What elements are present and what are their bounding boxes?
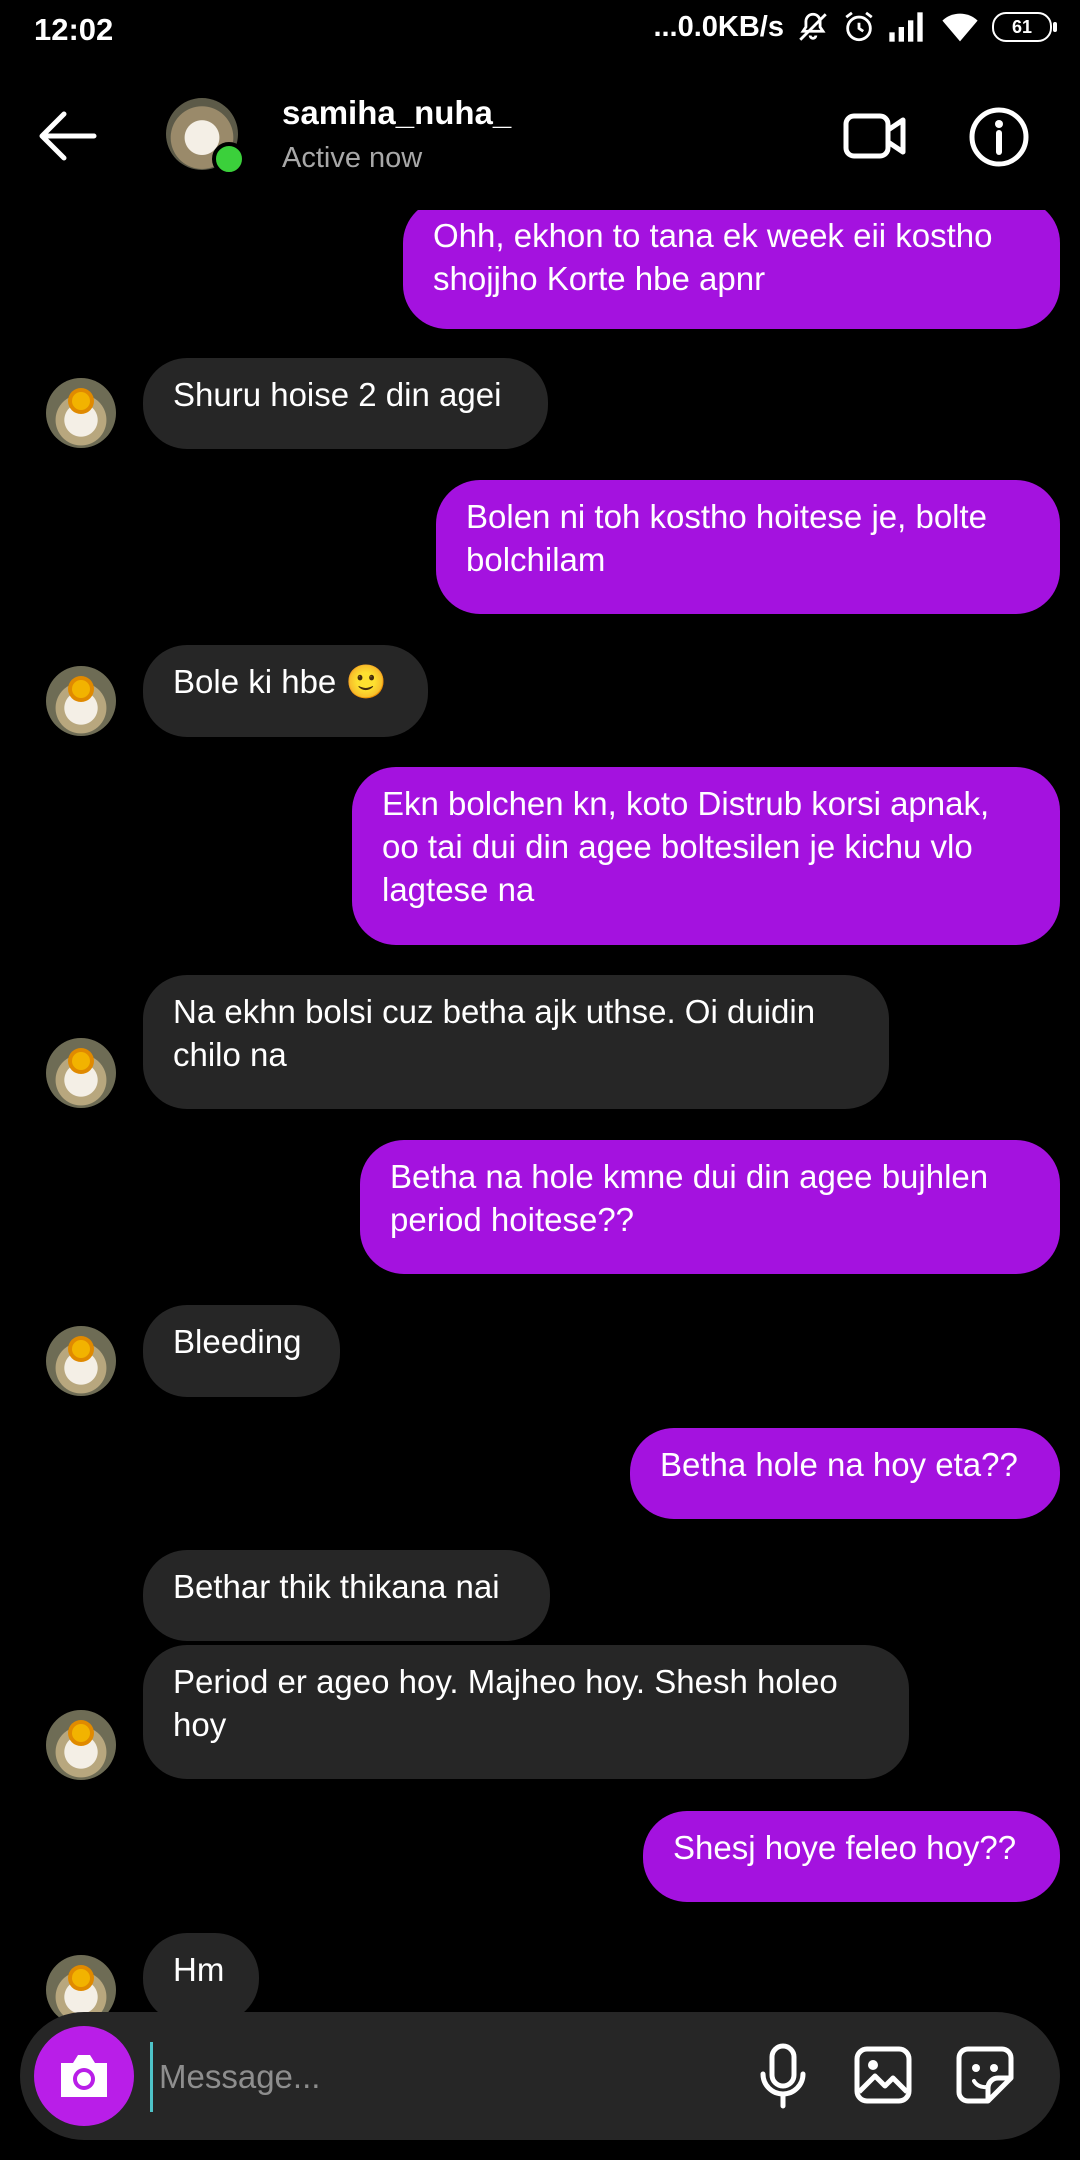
online-indicator xyxy=(212,142,246,176)
sender-avatar[interactable] xyxy=(46,1710,116,1780)
message-bubble-incoming[interactable]: Period er ageo hoy. Majheo hoy. Shesh ho… xyxy=(143,1645,909,1779)
microphone-button[interactable] xyxy=(755,2042,821,2112)
sender-avatar[interactable] xyxy=(46,1038,116,1108)
microphone-icon xyxy=(760,2043,806,2109)
sender-avatar[interactable] xyxy=(46,666,116,736)
sender-avatar[interactable] xyxy=(46,378,116,448)
contact-status: Active now xyxy=(282,142,423,174)
gallery-button[interactable] xyxy=(852,2044,918,2110)
message-bubble-incoming[interactable]: Hm xyxy=(143,1933,259,2023)
info-icon xyxy=(969,107,1029,167)
back-button[interactable] xyxy=(36,108,106,164)
info-button[interactable] xyxy=(968,106,1030,168)
video-call-button[interactable] xyxy=(842,108,908,164)
arrow-left-icon xyxy=(39,111,97,161)
sticker-button[interactable] xyxy=(954,2044,1020,2110)
message-bubble-incoming[interactable]: Shuru hoise 2 din agei xyxy=(143,358,548,449)
message-bubble-incoming[interactable]: Na ekhn bolsi cuz betha ajk uthse. Oi du… xyxy=(143,975,889,1109)
message-bubble-incoming[interactable]: Bleeding xyxy=(143,1305,340,1397)
message-input[interactable] xyxy=(150,2042,721,2112)
video-call-icon xyxy=(843,113,906,159)
contact-name[interactable]: samiha_nuha_ xyxy=(282,94,511,132)
message-composer xyxy=(20,2012,1060,2140)
contact-avatar[interactable] xyxy=(166,98,246,176)
message-bubble-incoming[interactable]: Bethar thik thikana nai xyxy=(143,1550,550,1641)
camera-icon xyxy=(61,2055,107,2097)
message-bubble-outgoing[interactable]: Ekn bolchen kn, koto Distrub korsi apnak… xyxy=(352,767,1060,945)
gallery-icon xyxy=(854,2046,912,2104)
message-bubble-incoming[interactable]: Bole ki hbe 🙂 xyxy=(143,645,428,737)
sticker-icon xyxy=(956,2046,1014,2104)
message-thread[interactable]: Ohh, ekhon to tana ek week eii kostho sh… xyxy=(0,0,1080,2160)
camera-button[interactable] xyxy=(34,2026,134,2126)
message-bubble-outgoing[interactable]: Betha hole na hoy eta?? xyxy=(630,1428,1060,1519)
chat-header: samiha_nuha_ Active now xyxy=(0,62,1080,210)
message-bubble-outgoing[interactable]: Betha na hole kmne dui din agee bujhlen … xyxy=(360,1140,1060,1274)
message-bubble-outgoing[interactable]: Shesj hoye feleo hoy?? xyxy=(643,1811,1060,1902)
message-bubble-outgoing[interactable]: Ohh, ekhon to tana ek week eii kostho sh… xyxy=(403,199,1060,329)
message-bubble-outgoing[interactable]: Bolen ni toh kostho hoitese je, bolte bo… xyxy=(436,480,1060,614)
sender-avatar[interactable] xyxy=(46,1326,116,1396)
